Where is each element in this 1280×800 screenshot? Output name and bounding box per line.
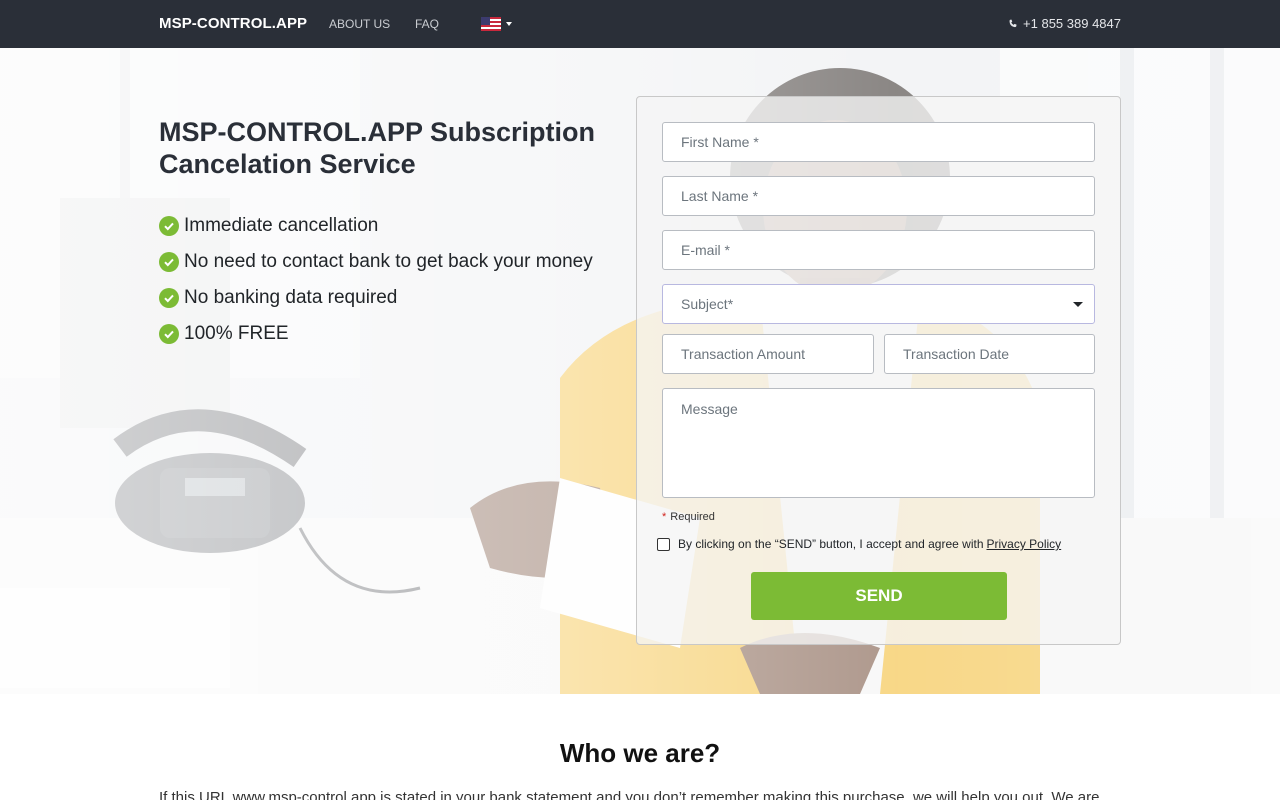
benefit-text: 100% FREE [184,323,289,344]
check-circle-icon [159,288,179,308]
phone-icon [1009,19,1017,27]
required-label: Required [670,511,715,523]
language-selector[interactable] [481,16,513,32]
benefits-list: Immediate cancellation No need to contac… [159,208,593,352]
benefit-item: No banking data required [159,280,593,316]
benefit-item: No need to contact bank to get back your… [159,244,593,280]
subject-select[interactable]: Subject* [662,284,1095,324]
required-note: * Required [662,511,715,523]
section-title-who-we-are: Who we are? [559,738,721,768]
caret-down-icon [506,22,512,26]
us-flag-icon [481,17,501,31]
caret-down-icon [1073,302,1083,307]
benefit-text: No need to contact bank to get back your… [184,251,593,272]
page-title: MSP-CONTROL.APP Subscription Cancelation… [159,117,596,179]
benefit-item: 100% FREE [159,316,593,352]
cancellation-form: Subject* *Required By clicking on the “S… [636,96,1121,645]
check-circle-icon [159,252,179,272]
transaction-amount-input[interactable] [662,334,874,374]
hero-section: MSP-CONTROL.APP Subscription Cancelation… [0,48,1280,694]
benefit-item: Immediate cancellation [159,208,593,244]
subject-select-value: Subject* [681,296,734,312]
message-textarea[interactable] [662,388,1095,498]
benefit-text: No banking data required [184,287,398,308]
first-name-input[interactable] [662,122,1095,162]
privacy-policy-link[interactable]: Privacy Policy [987,537,1062,551]
phone-contact[interactable]: +1 855 389 4847 [1008,16,1121,31]
brand-logo[interactable]: MSP-CONTROL.APP [159,15,307,32]
benefit-text: Immediate cancellation [184,215,379,236]
about-paragraph: If this URL www.msp-control.app is state… [159,789,1100,800]
phone-number: +1 855 389 4847 [1023,16,1121,31]
transaction-date-input[interactable] [884,334,1095,374]
consent-checkbox[interactable] [657,537,670,551]
nav-about-us[interactable]: ABOUT US [329,17,390,31]
top-navbar: MSP-CONTROL.APP ABOUT US FAQ +1 855 389 … [0,0,1280,48]
send-button[interactable]: SEND [751,572,1007,620]
required-star: * [662,511,667,523]
check-circle-icon [159,324,179,344]
nav-faq[interactable]: FAQ [415,17,439,31]
last-name-input[interactable] [662,176,1095,216]
email-input[interactable] [662,230,1095,270]
consent-text: By clicking on the “SEND” button, I acce… [678,537,984,551]
check-circle-icon [159,216,179,236]
consent-row: By clicking on the “SEND” button, I acce… [657,537,1061,551]
